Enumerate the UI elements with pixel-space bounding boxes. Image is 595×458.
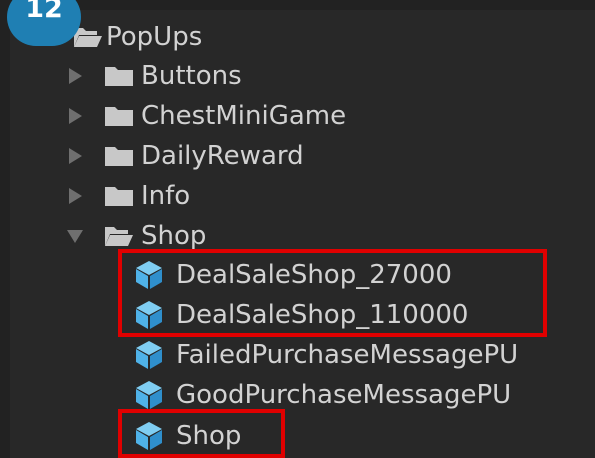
expand-arrow-icon[interactable] xyxy=(69,188,82,204)
tree-item-label: FailedPurchaseMessagePU xyxy=(176,340,519,370)
prefab-cube-icon xyxy=(136,381,162,409)
tree-item-buttons[interactable]: Buttons xyxy=(0,58,595,94)
prefab-cube-icon xyxy=(136,261,162,289)
expand-arrow-icon[interactable] xyxy=(69,108,82,124)
expand-arrow-icon[interactable] xyxy=(69,68,82,84)
tree-item-dealsaleshop-27000[interactable]: DealSaleShop_27000 xyxy=(0,257,595,293)
tree-item-label: DealSaleShop_27000 xyxy=(176,260,452,290)
tree-item-popups[interactable]: PopUps xyxy=(0,19,595,55)
step-number-badge: 12 xyxy=(7,0,81,46)
prefab-cube-icon xyxy=(136,341,162,369)
prefab-cube-icon xyxy=(136,301,162,329)
tree-item-label: Shop xyxy=(176,421,242,451)
expand-arrow-icon[interactable] xyxy=(69,148,82,164)
folder-icon xyxy=(105,187,133,206)
tree-item-dailyreward[interactable]: DailyReward xyxy=(0,138,595,174)
tree-item-label: ChestMiniGame xyxy=(141,101,347,131)
tree-item-goodpurchasemessagepu[interactable]: GoodPurchaseMessagePU xyxy=(0,377,595,413)
tree-item-shop-folder[interactable]: Shop xyxy=(0,218,595,254)
folder-icon xyxy=(105,107,133,126)
folder-icon xyxy=(105,147,133,166)
tree-item-label: PopUps xyxy=(106,22,203,52)
tree-item-label: Buttons xyxy=(141,61,242,91)
window-frame-top xyxy=(0,0,595,10)
tree-item-label: Info xyxy=(141,181,191,211)
tree-item-label: DealSaleShop_110000 xyxy=(176,300,469,330)
tree-item-chestminigame[interactable]: ChestMiniGame xyxy=(0,98,595,134)
tree-item-label: Shop xyxy=(141,221,207,251)
tree-item-label: GoodPurchaseMessagePU xyxy=(176,380,512,410)
tree-item-shop-prefab[interactable]: Shop xyxy=(0,418,595,454)
tree-item-info[interactable]: Info xyxy=(0,178,595,214)
tree-item-dealsaleshop-110000[interactable]: DealSaleShop_110000 xyxy=(0,297,595,333)
prefab-cube-icon xyxy=(136,422,162,450)
collapse-arrow-icon[interactable] xyxy=(67,230,83,243)
open-folder-icon xyxy=(105,227,133,246)
tree-item-failedpurchasemessagepu[interactable]: FailedPurchaseMessagePU xyxy=(0,337,595,373)
tree-item-label: DailyReward xyxy=(141,141,304,171)
folder-icon xyxy=(105,67,133,86)
